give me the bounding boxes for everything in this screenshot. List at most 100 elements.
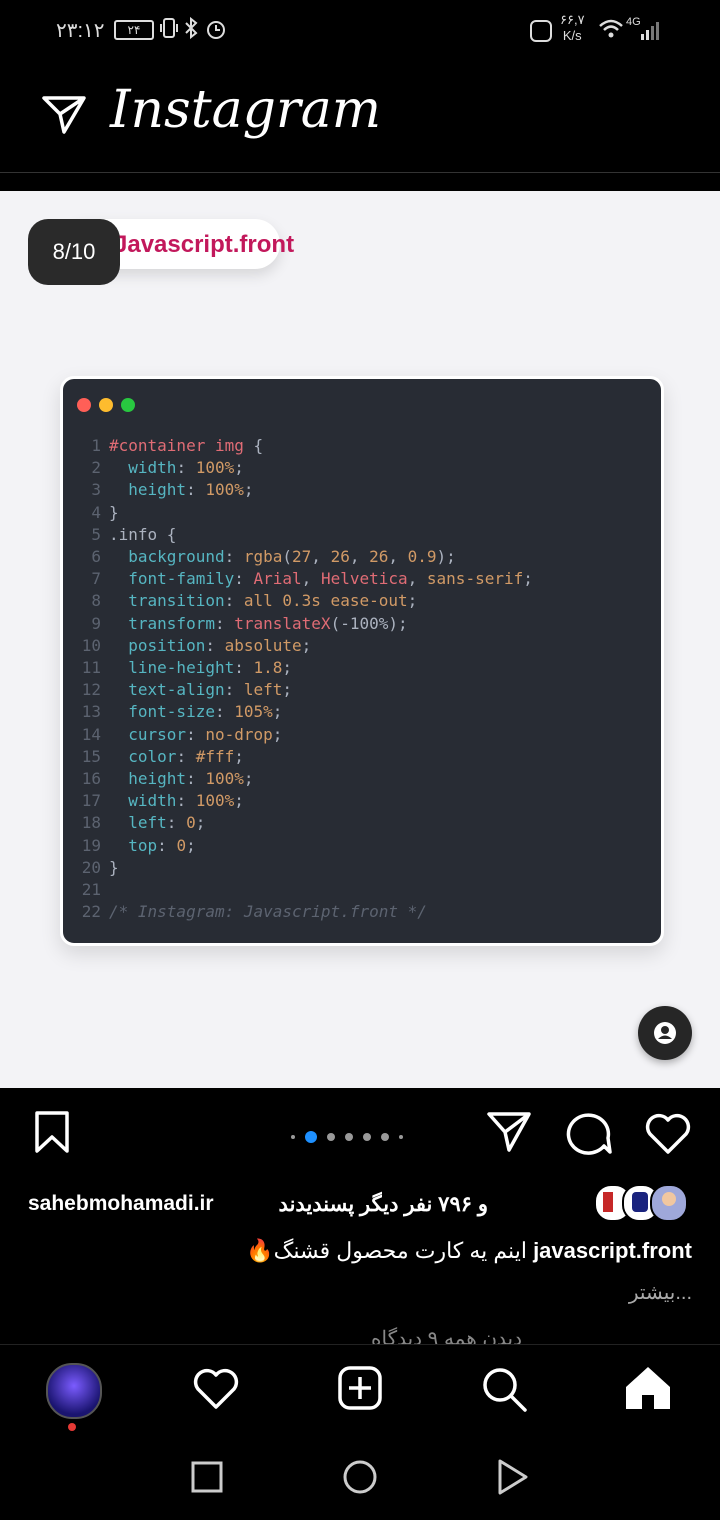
carousel-indicator <box>286 1128 408 1146</box>
code-token: transition <box>109 591 225 611</box>
code-line: 13 font-size: 105%; <box>77 701 533 723</box>
code-token: ; <box>195 813 206 833</box>
code-token: ; <box>186 835 196 855</box>
line-number: 19 <box>81 835 101 855</box>
code-token: left <box>243 680 283 700</box>
code-token: ; <box>282 680 293 700</box>
code-token: , <box>349 547 370 567</box>
bookmark-icon[interactable] <box>34 1110 70 1159</box>
code-token: , <box>388 547 408 567</box>
code-line: 11 line-height: 1.8; <box>77 657 533 679</box>
carousel-dot <box>345 1132 353 1141</box>
code-line: 1 #container img { <box>77 435 533 457</box>
window-minimize-dot <box>99 398 113 412</box>
code-token: 0 <box>186 813 196 833</box>
code-token: } <box>109 857 119 877</box>
line-number: 11 <box>81 658 101 678</box>
avatar <box>650 1184 688 1222</box>
window-close-dot <box>77 398 91 412</box>
code-token: ; <box>234 458 244 478</box>
speed-unit: K/s <box>562 28 582 43</box>
code-line: 4} <box>77 502 533 524</box>
home-circle-icon[interactable] <box>341 1458 379 1501</box>
code-token: text-align <box>109 680 225 700</box>
recents-icon[interactable] <box>190 1460 224 1499</box>
line-number: 13 <box>81 702 101 722</box>
code-token: #container img <box>109 436 254 455</box>
code-token: : <box>214 613 235 633</box>
code-line: 14 cursor: no-drop; <box>77 724 533 746</box>
code-token: : <box>224 591 244 611</box>
code-line: 9 transform: translateX(-100%); <box>77 613 533 635</box>
bottom-navigation <box>0 1344 720 1435</box>
code-token: 100% <box>195 791 235 811</box>
direct-message-icon[interactable] <box>40 92 88 141</box>
code-token: : <box>214 702 235 722</box>
network-type: 4G <box>626 16 641 28</box>
code-token: width <box>109 458 177 478</box>
status-icons <box>160 16 232 48</box>
add-post-icon[interactable] <box>337 1365 383 1416</box>
speed-value: ۶۶,۷ <box>560 12 585 27</box>
carousel-dot <box>291 1134 295 1139</box>
line-number: 15 <box>81 746 101 766</box>
network-speed: ۶۶,۷ K/s <box>560 12 585 44</box>
view-comments-link[interactable]: دیدن همه ۹ دیدگاه <box>371 1326 522 1344</box>
caption-username[interactable]: javascript.front <box>533 1238 692 1263</box>
code-token: ; <box>234 746 244 766</box>
notification-dot <box>68 1423 76 1431</box>
status-time: ۲۳:۱۲ <box>56 20 105 42</box>
code-token: ; <box>523 569 533 589</box>
code-token: 26 <box>369 547 389 567</box>
code-token: ; <box>272 702 283 722</box>
line-number: 16 <box>81 769 101 789</box>
code-token: ( <box>282 547 293 567</box>
line-number: 1 <box>91 436 101 455</box>
code-token: : <box>234 569 254 589</box>
home-icon[interactable] <box>624 1365 672 1416</box>
code-token: 26 <box>330 547 350 567</box>
search-icon[interactable] <box>480 1365 528 1418</box>
code-token: ); <box>436 547 456 567</box>
code-line: 17 width: 100%; <box>77 790 533 812</box>
code-token: } <box>109 502 119 522</box>
code-line: 18 left: 0; <box>77 812 533 834</box>
likes-count-text[interactable]: و ۷۹۶ نفر دیگر پسندیدند <box>279 1192 488 1217</box>
code-token: ; <box>243 480 254 500</box>
wifi-icon <box>598 18 624 45</box>
code-token: top <box>109 835 158 855</box>
code-token: 27 <box>292 547 312 567</box>
caption-more-link[interactable]: ...بیشتر <box>629 1280 692 1305</box>
code-line: 16 height: 100%; <box>77 768 533 790</box>
comment-icon[interactable] <box>564 1110 612 1161</box>
back-triangle-icon[interactable] <box>496 1458 530 1501</box>
code-line: 12 text-align: left; <box>77 679 533 701</box>
post-image[interactable]: Javascript.front 8/10 1 #container img {2… <box>0 191 720 1088</box>
user-tags-button[interactable] <box>638 1006 692 1060</box>
line-number: 10 <box>81 635 101 655</box>
code-block: 1 #container img {2 width: 100%; 3 height:… <box>77 435 533 923</box>
code-token: Helvetica <box>320 569 408 589</box>
app-header: Instagram <box>0 62 720 173</box>
code-line: 3 height: 100%; <box>77 479 533 501</box>
code-line: 6 background: rgba(27, 26, 26, 0.9); <box>77 546 533 568</box>
profile-tab-avatar[interactable] <box>46 1363 102 1419</box>
code-token: : <box>186 480 206 500</box>
send-icon[interactable] <box>486 1110 532 1159</box>
code-token: : <box>186 724 206 744</box>
code-line: 20} <box>77 857 533 879</box>
system-navigation <box>0 1434 720 1520</box>
code-token: #fff <box>195 746 235 766</box>
activity-heart-icon[interactable] <box>192 1367 240 1414</box>
liker-username[interactable]: sahebmohamadi.ir <box>28 1192 214 1216</box>
code-token: color <box>109 746 177 766</box>
code-token: 100% <box>205 769 244 789</box>
line-number: 8 <box>91 591 101 611</box>
carousel-counter: 8/10 <box>28 219 120 285</box>
brand-label: Javascript.front <box>114 231 295 258</box>
like-heart-icon[interactable] <box>644 1112 692 1159</box>
post-caption: javascript.front اینم یه کارت محصول قشنگ… <box>22 1238 692 1264</box>
code-line: 10 position: absolute; <box>77 635 533 657</box>
line-number: 5 <box>91 524 101 544</box>
code-token: ; <box>282 658 293 678</box>
